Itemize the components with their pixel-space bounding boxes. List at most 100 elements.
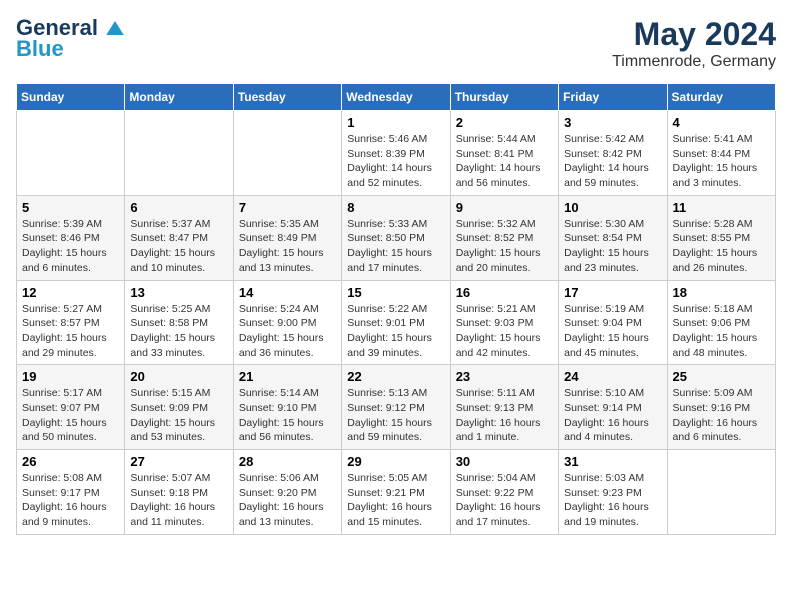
weekday-header-thursday: Thursday bbox=[450, 84, 558, 111]
calendar-week-row: 12 Sunrise: 5:27 AMSunset: 8:57 PMDayligh… bbox=[17, 280, 776, 365]
day-info: Sunrise: 5:27 AMSunset: 8:57 PMDaylight:… bbox=[22, 302, 119, 361]
calendar-cell: 19 Sunrise: 5:17 AMSunset: 9:07 PMDayligh… bbox=[17, 365, 125, 450]
day-info: Sunrise: 5:39 AMSunset: 8:46 PMDaylight:… bbox=[22, 217, 119, 276]
weekday-header-wednesday: Wednesday bbox=[342, 84, 450, 111]
calendar-cell: 3 Sunrise: 5:42 AMSunset: 8:42 PMDaylight… bbox=[559, 111, 667, 196]
calendar-cell: 31Sunrise: 5:03 AMSunset: 9:23 PMDayligh… bbox=[559, 450, 667, 535]
calendar-cell: 23 Sunrise: 5:11 AMSunset: 9:13 PMDayligh… bbox=[450, 365, 558, 450]
day-number: 25 bbox=[673, 369, 770, 384]
day-number: 12 bbox=[22, 285, 119, 300]
weekday-header-friday: Friday bbox=[559, 84, 667, 111]
calendar-cell: 13 Sunrise: 5:25 AMSunset: 8:58 PMDayligh… bbox=[125, 280, 233, 365]
day-info: Sunrise: 5:21 AMSunset: 9:03 PMDaylight:… bbox=[456, 302, 553, 361]
calendar-cell: 14 Sunrise: 5:24 AMSunset: 9:00 PMDayligh… bbox=[233, 280, 341, 365]
month-title: May 2024 bbox=[612, 16, 776, 53]
calendar-cell: 18Sunrise: 5:18 AMSunset: 9:06 PMDayligh… bbox=[667, 280, 775, 365]
calendar-cell: 9Sunrise: 5:32 AMSunset: 8:52 PMDaylight… bbox=[450, 195, 558, 280]
day-number: 22 bbox=[347, 369, 444, 384]
calendar-cell: 8 Sunrise: 5:33 AMSunset: 8:50 PMDaylight… bbox=[342, 195, 450, 280]
day-number: 8 bbox=[347, 200, 444, 215]
day-number: 19 bbox=[22, 369, 119, 384]
day-info: Sunrise: 5:05 AMSunset: 9:21 PMDaylight:… bbox=[347, 471, 444, 530]
day-info: Sunrise: 5:37 AMSunset: 8:47 PMDaylight:… bbox=[130, 217, 227, 276]
calendar-cell bbox=[17, 111, 125, 196]
day-number: 10 bbox=[564, 200, 661, 215]
weekday-header-monday: Monday bbox=[125, 84, 233, 111]
calendar-cell: 27 Sunrise: 5:07 AMSunset: 9:18 PMDayligh… bbox=[125, 450, 233, 535]
day-info: Sunrise: 5:28 AMSunset: 8:55 PMDaylight:… bbox=[673, 217, 770, 276]
day-number: 17 bbox=[564, 285, 661, 300]
day-number: 20 bbox=[130, 369, 227, 384]
day-number: 29 bbox=[347, 454, 444, 469]
day-info: Sunrise: 5:25 AMSunset: 8:58 PMDaylight:… bbox=[130, 302, 227, 361]
day-info: Sunrise: 5:35 AMSunset: 8:49 PMDaylight:… bbox=[239, 217, 336, 276]
day-info: Sunrise: 5:11 AMSunset: 9:13 PMDaylight:… bbox=[456, 386, 553, 445]
day-info: Sunrise: 5:09 AMSunset: 9:16 PMDaylight:… bbox=[673, 386, 770, 445]
day-info: Sunrise: 5:14 AMSunset: 9:10 PMDaylight:… bbox=[239, 386, 336, 445]
location-title: Timmenrode, Germany bbox=[612, 53, 776, 71]
day-info: Sunrise: 5:15 AMSunset: 9:09 PMDaylight:… bbox=[130, 386, 227, 445]
day-info: Sunrise: 5:18 AMSunset: 9:06 PMDaylight:… bbox=[673, 302, 770, 361]
calendar-week-row: 5 Sunrise: 5:39 AMSunset: 8:46 PMDaylight… bbox=[17, 195, 776, 280]
day-number: 11 bbox=[673, 200, 770, 215]
calendar-cell: 21 Sunrise: 5:14 AMSunset: 9:10 PMDayligh… bbox=[233, 365, 341, 450]
day-info: Sunrise: 5:22 AMSunset: 9:01 PMDaylight:… bbox=[347, 302, 444, 361]
calendar-cell: 17 Sunrise: 5:19 AMSunset: 9:04 PMDayligh… bbox=[559, 280, 667, 365]
day-number: 16 bbox=[456, 285, 553, 300]
day-info: Sunrise: 5:08 AMSunset: 9:17 PMDaylight:… bbox=[22, 471, 119, 530]
day-number: 24 bbox=[564, 369, 661, 384]
calendar-week-row: 19 Sunrise: 5:17 AMSunset: 9:07 PMDayligh… bbox=[17, 365, 776, 450]
day-number: 30 bbox=[456, 454, 553, 469]
calendar-table: SundayMondayTuesdayWednesdayThursdayFrid… bbox=[16, 83, 776, 535]
calendar-cell: 4 Sunrise: 5:41 AMSunset: 8:44 PMDaylight… bbox=[667, 111, 775, 196]
calendar-cell: 10 Sunrise: 5:30 AMSunset: 8:54 PMDayligh… bbox=[559, 195, 667, 280]
title-section: May 2024 Timmenrode, Germany bbox=[612, 16, 776, 71]
page-header: General Blue May 2024 Timmenrode, German… bbox=[16, 16, 776, 71]
day-number: 15 bbox=[347, 285, 444, 300]
calendar-cell bbox=[233, 111, 341, 196]
day-info: Sunrise: 5:24 AMSunset: 9:00 PMDaylight:… bbox=[239, 302, 336, 361]
day-info: Sunrise: 5:30 AMSunset: 8:54 PMDaylight:… bbox=[564, 217, 661, 276]
calendar-cell bbox=[667, 450, 775, 535]
calendar-cell: 15 Sunrise: 5:22 AMSunset: 9:01 PMDayligh… bbox=[342, 280, 450, 365]
calendar-cell bbox=[125, 111, 233, 196]
day-number: 21 bbox=[239, 369, 336, 384]
calendar-week-row: 26 Sunrise: 5:08 AMSunset: 9:17 PMDayligh… bbox=[17, 450, 776, 535]
day-number: 7 bbox=[239, 200, 336, 215]
day-number: 27 bbox=[130, 454, 227, 469]
day-number: 14 bbox=[239, 285, 336, 300]
day-info: Sunrise: 5:41 AMSunset: 8:44 PMDaylight:… bbox=[673, 132, 770, 191]
day-info: Sunrise: 5:33 AMSunset: 8:50 PMDaylight:… bbox=[347, 217, 444, 276]
day-number: 3 bbox=[564, 115, 661, 130]
day-info: Sunrise: 5:06 AMSunset: 9:20 PMDaylight:… bbox=[239, 471, 336, 530]
day-number: 1 bbox=[347, 115, 444, 130]
calendar-cell: 16 Sunrise: 5:21 AMSunset: 9:03 PMDayligh… bbox=[450, 280, 558, 365]
calendar-cell: 6 Sunrise: 5:37 AMSunset: 8:47 PMDaylight… bbox=[125, 195, 233, 280]
day-info: Sunrise: 5:44 AMSunset: 8:41 PMDaylight:… bbox=[456, 132, 553, 191]
calendar-cell: 1Sunrise: 5:46 AMSunset: 8:39 PMDaylight… bbox=[342, 111, 450, 196]
day-number: 26 bbox=[22, 454, 119, 469]
day-info: Sunrise: 5:17 AMSunset: 9:07 PMDaylight:… bbox=[22, 386, 119, 445]
day-number: 4 bbox=[673, 115, 770, 130]
day-number: 2 bbox=[456, 115, 553, 130]
day-number: 6 bbox=[130, 200, 227, 215]
day-number: 5 bbox=[22, 200, 119, 215]
calendar-cell: 12 Sunrise: 5:27 AMSunset: 8:57 PMDayligh… bbox=[17, 280, 125, 365]
weekday-header-tuesday: Tuesday bbox=[233, 84, 341, 111]
day-number: 23 bbox=[456, 369, 553, 384]
calendar-cell: 26 Sunrise: 5:08 AMSunset: 9:17 PMDayligh… bbox=[17, 450, 125, 535]
calendar-cell: 24 Sunrise: 5:10 AMSunset: 9:14 PMDayligh… bbox=[559, 365, 667, 450]
calendar-cell: 2 Sunrise: 5:44 AMSunset: 8:41 PMDaylight… bbox=[450, 111, 558, 196]
calendar-cell: 30 Sunrise: 5:04 AMSunset: 9:22 PMDayligh… bbox=[450, 450, 558, 535]
calendar-cell: 20 Sunrise: 5:15 AMSunset: 9:09 PMDayligh… bbox=[125, 365, 233, 450]
calendar-cell: 22Sunrise: 5:13 AMSunset: 9:12 PMDayligh… bbox=[342, 365, 450, 450]
day-info: Sunrise: 5:10 AMSunset: 9:14 PMDaylight:… bbox=[564, 386, 661, 445]
calendar-week-row: 1Sunrise: 5:46 AMSunset: 8:39 PMDaylight… bbox=[17, 111, 776, 196]
day-info: Sunrise: 5:19 AMSunset: 9:04 PMDaylight:… bbox=[564, 302, 661, 361]
day-info: Sunrise: 5:04 AMSunset: 9:22 PMDaylight:… bbox=[456, 471, 553, 530]
day-info: Sunrise: 5:42 AMSunset: 8:42 PMDaylight:… bbox=[564, 132, 661, 191]
day-info: Sunrise: 5:32 AMSunset: 8:52 PMDaylight:… bbox=[456, 217, 553, 276]
day-number: 13 bbox=[130, 285, 227, 300]
day-info: Sunrise: 5:07 AMSunset: 9:18 PMDaylight:… bbox=[130, 471, 227, 530]
day-info: Sunrise: 5:03 AMSunset: 9:23 PMDaylight:… bbox=[564, 471, 661, 530]
